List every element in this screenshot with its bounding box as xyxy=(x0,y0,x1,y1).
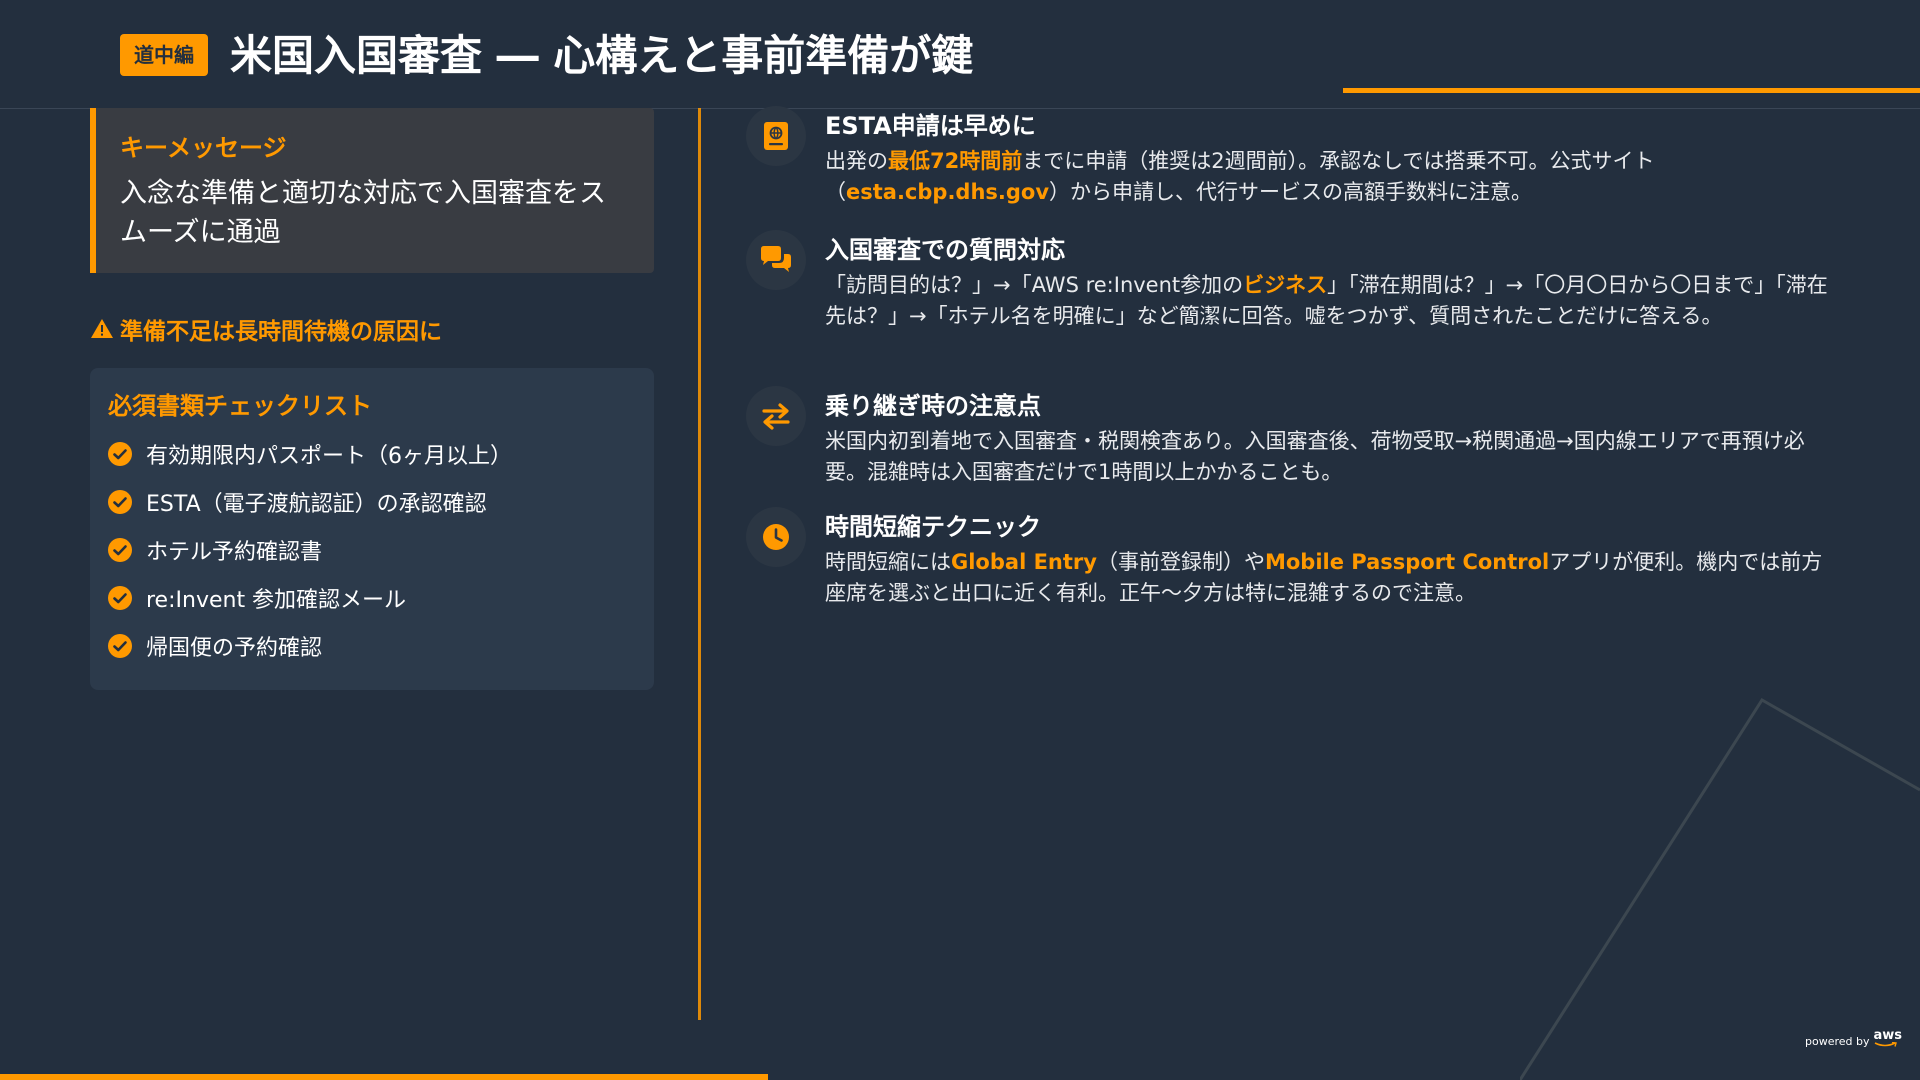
checklist-items: 有効期限内パスポート（6ヶ月以上） ESTA（電子渡航認証）の承認確認 ホテル予… xyxy=(108,430,512,670)
checklist-item-label: re:Invent 参加確認メール xyxy=(146,588,407,613)
checklist-item-label: ESTA（電子渡航認証）の承認確認 xyxy=(146,492,487,517)
section-heading: ESTA申請は早めに xyxy=(825,112,1036,140)
key-message-text: 入念な準備と適切な対応で入国審査をスムーズに通過 xyxy=(120,178,606,248)
checklist-item-label: ホテル予約確認書 xyxy=(146,540,323,565)
aws-logo-text: aws xyxy=(1873,1028,1903,1043)
check-circle-icon xyxy=(108,442,132,466)
section-heading: 入国審査での質問対応 xyxy=(825,236,1065,264)
body-text: 時間短縮には xyxy=(825,550,951,574)
decorative-lines xyxy=(1520,697,1920,1080)
warning-triangle-icon xyxy=(91,319,113,338)
body-text: （事前登録制）や xyxy=(1096,550,1265,574)
powered-by-aws-logo: powered by aws xyxy=(1805,1028,1903,1048)
check-circle-icon xyxy=(108,634,132,658)
aws-logo: aws xyxy=(1873,1028,1903,1048)
key-message-box: キーメッセージ 入念な準備と適切な対応で入国審査をスムーズに通過 xyxy=(90,108,654,273)
section-badge: 道中編 xyxy=(120,34,208,76)
section-body: 「訪問目的は？」→「AWS re:Invent参加のビジネス」「滞在期間は？」→… xyxy=(825,270,1835,332)
section-body: 時間短縮にはGlobal Entry（事前登録制）やMobile Passpor… xyxy=(825,547,1835,609)
chat-bubbles-icon xyxy=(761,246,791,272)
highlight-text: Global Entry xyxy=(951,550,1097,574)
checklist-title: 必須書類チェックリスト xyxy=(108,392,372,420)
powered-by-text: powered by xyxy=(1805,1035,1870,1048)
body-text: 出発の xyxy=(825,149,888,173)
page-title: 米国入国審査 ― 心構えと事前準備が鍵 xyxy=(230,31,974,80)
checklist-item: ホテル予約確認書 xyxy=(108,526,512,574)
column-divider xyxy=(698,108,701,1020)
highlight-text: ビジネス xyxy=(1243,273,1328,297)
section-icon-wrap xyxy=(746,230,806,290)
body-text: ）から申請し、代行サービスの高額手数料に注意。 xyxy=(1049,180,1533,204)
header: 道中編 米国入国審査 ― 心構えと事前準備が鍵 xyxy=(0,0,1920,109)
section-heading: 乗り継ぎ時の注意点 xyxy=(825,392,1041,420)
section-body: 米国内初到着地で入国審査・税関検査あり。入国審査後、荷物受取→税関通過→国内線エ… xyxy=(825,426,1835,488)
clock-icon xyxy=(763,524,789,550)
section-icon-wrap xyxy=(746,386,806,446)
section-heading: 時間短縮テクニック xyxy=(825,513,1041,541)
checklist-item: re:Invent 参加確認メール xyxy=(108,574,512,622)
warning-text: 準備不足は長時間待機の原因に xyxy=(120,319,442,345)
check-circle-icon xyxy=(108,490,132,514)
document-checklist: 必須書類チェックリスト 有効期限内パスポート（6ヶ月以上） ESTA（電子渡航認… xyxy=(90,368,654,690)
transfer-arrows-icon xyxy=(762,403,790,430)
bottom-accent-bar xyxy=(0,1074,768,1080)
checklist-item: 有効期限内パスポート（6ヶ月以上） xyxy=(108,430,512,478)
slide: 道中編 米国入国審査 ― 心構えと事前準備が鍵 キーメッセージ 入念な準備と適切… xyxy=(0,0,1920,1080)
aws-smile-icon xyxy=(1874,1042,1897,1047)
header-accent-line xyxy=(1343,88,1920,93)
checklist-item-label: 有効期限内パスポート（6ヶ月以上） xyxy=(146,444,512,469)
highlight-text: Mobile Passport Control xyxy=(1264,550,1550,574)
highlight-text: 最低72時間前 xyxy=(888,149,1023,173)
checklist-item: 帰国便の予約確認 xyxy=(108,622,512,670)
body-text: 「訪問目的は？」→「AWS re:Invent参加の xyxy=(825,273,1244,297)
check-circle-icon xyxy=(108,586,132,610)
key-message-label: キーメッセージ xyxy=(120,134,287,162)
checklist-item: ESTA（電子渡航認証）の承認確認 xyxy=(108,478,512,526)
warning-callout: 準備不足は長時間待機の原因に xyxy=(90,312,442,346)
highlight-text: esta.cbp.dhs.gov xyxy=(846,180,1050,204)
body-text: 米国内初到着地で入国審査・税関検査あり。入国審査後、荷物受取→税関通過→国内線エ… xyxy=(825,429,1805,484)
section-icon-wrap xyxy=(746,106,806,166)
section-body: 出発の最低72時間前までに申請（推奨は2週間前）。承認なしでは搭乗不可。公式サイ… xyxy=(825,146,1835,208)
check-circle-icon xyxy=(108,538,132,562)
section-icon-wrap xyxy=(746,507,806,567)
checklist-item-label: 帰国便の予約確認 xyxy=(146,636,323,661)
passport-icon xyxy=(764,122,788,150)
